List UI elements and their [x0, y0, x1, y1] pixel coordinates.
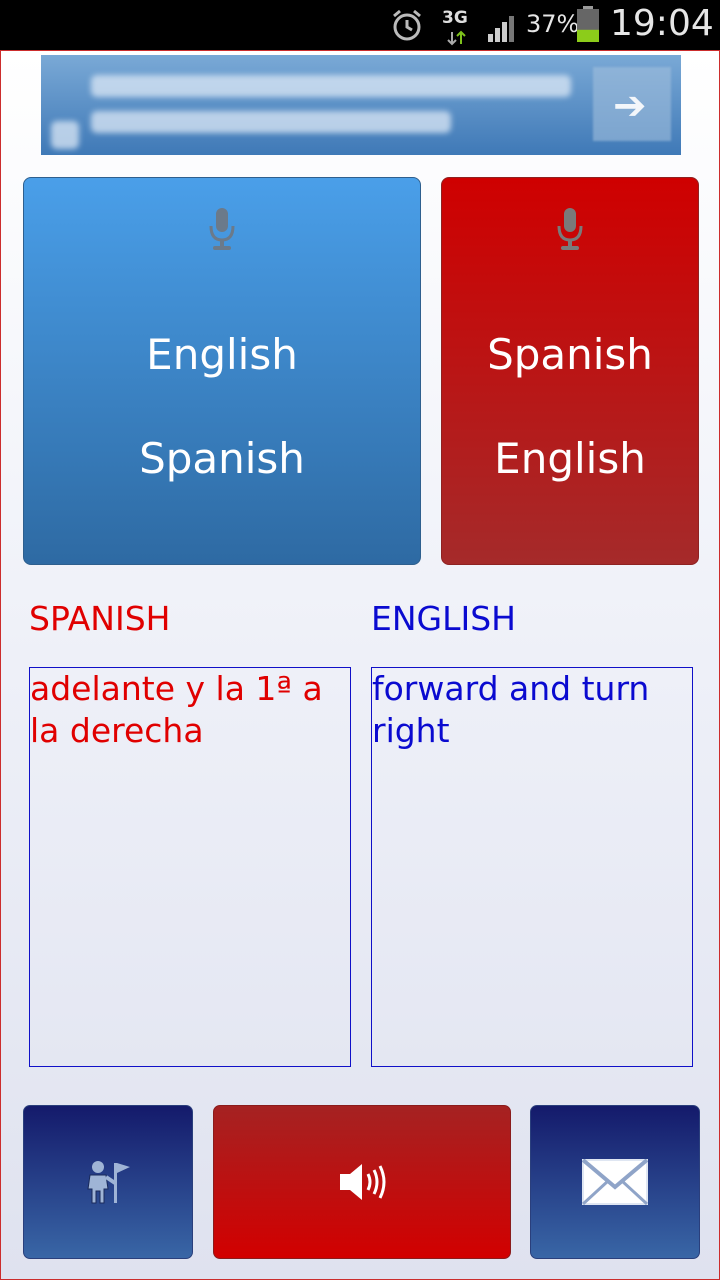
english-panel-label: ENGLISH: [371, 599, 516, 638]
speak-button[interactable]: [213, 1105, 511, 1259]
email-button[interactable]: [530, 1105, 700, 1259]
ad-logo: [51, 121, 79, 149]
source-language-label: Spanish: [487, 330, 653, 379]
signal-icon: [488, 16, 514, 42]
english-text-area[interactable]: forward and turn right: [371, 667, 693, 1067]
target-language-label: English: [494, 434, 646, 483]
ad-text-line: [91, 111, 451, 133]
source-language-label: English: [146, 330, 298, 379]
data-arrows-icon: 3G: [442, 6, 472, 46]
ad-text-line: [91, 75, 571, 97]
battery-icon: [577, 6, 599, 42]
microphone-icon: [209, 208, 235, 250]
network-type: 3G: [442, 8, 468, 28]
microphone-icon: [557, 208, 583, 250]
app-root: ➔ English Spanish Spanish English SPANIS…: [0, 50, 720, 1280]
clock: 19:04: [610, 3, 714, 44]
spanish-panel-label: SPANISH: [29, 599, 171, 638]
speaker-icon: [340, 1164, 386, 1200]
guide-icon: [87, 1161, 130, 1204]
guide-button[interactable]: [23, 1105, 193, 1259]
translate-english-to-spanish-button[interactable]: English Spanish: [23, 177, 421, 565]
translate-spanish-to-english-button[interactable]: Spanish English: [441, 177, 699, 565]
email-icon: [582, 1159, 648, 1205]
status-bar: 3G 37% 19:04: [0, 0, 720, 50]
ad-banner[interactable]: ➔: [41, 55, 681, 155]
target-language-label: Spanish: [139, 434, 305, 483]
ad-arrow-icon: ➔: [613, 83, 647, 129]
alarm-icon: [393, 9, 421, 41]
spanish-text-area[interactable]: adelante y la 1ª a la derecha: [29, 667, 351, 1067]
battery-percent: 37%: [526, 10, 580, 38]
